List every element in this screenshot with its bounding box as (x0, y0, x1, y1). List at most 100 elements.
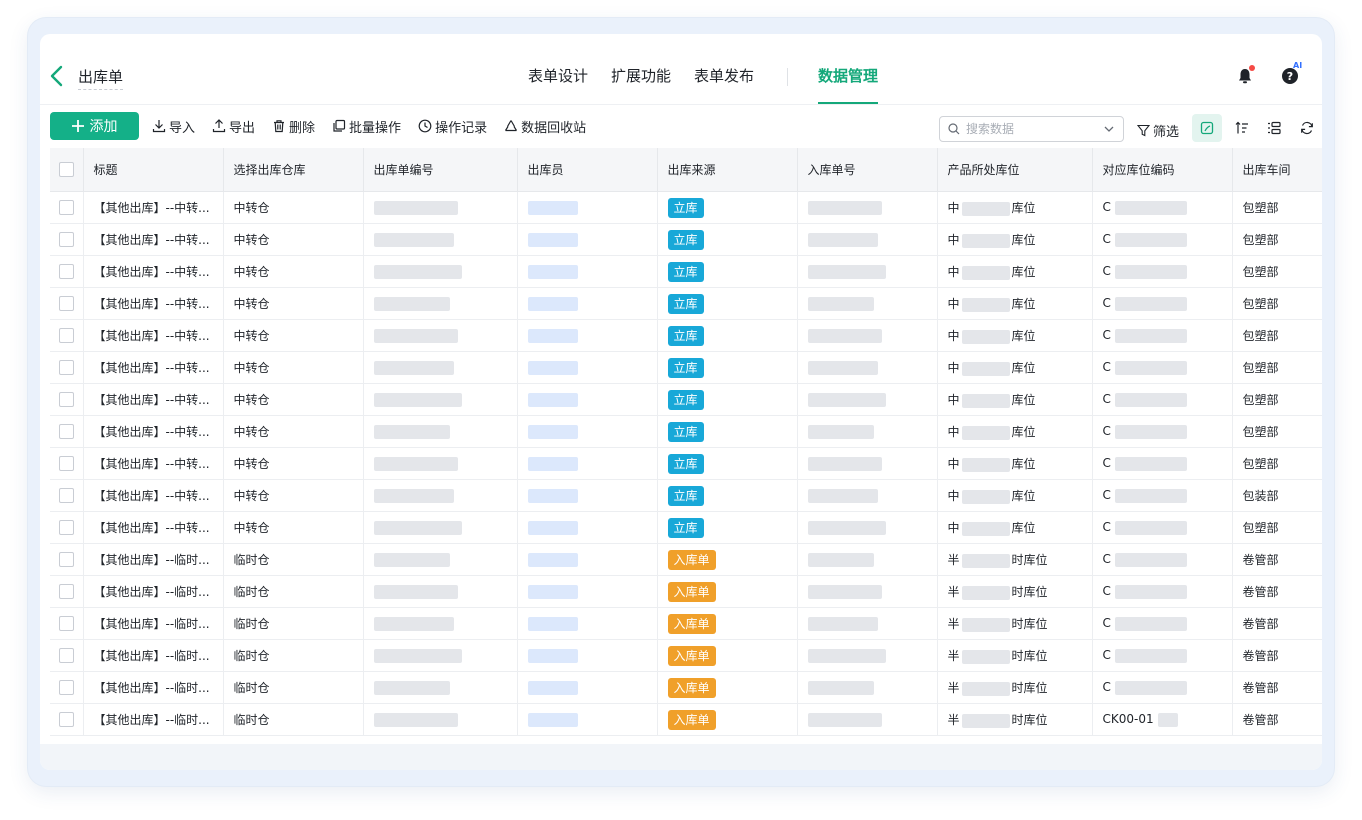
row-checkbox[interactable] (58, 648, 74, 663)
cell-title[interactable]: 【其他出库】--中转... (83, 351, 224, 384)
table-row[interactable]: 【其他出库】--临时... 临时仓 入库单 半 时库位 C 卷管部 (50, 671, 1322, 704)
cell-title[interactable]: 【其他出库】--中转... (83, 319, 224, 352)
column-header-warehouse[interactable]: 选择出库仓库 (223, 148, 364, 192)
location-suffix: 时库位 (1011, 649, 1048, 663)
source-tag: 立库 (667, 325, 704, 346)
row-height-button[interactable] (1259, 114, 1289, 142)
bottom-scrollbar[interactable] (40, 744, 1322, 770)
batch-operation-button[interactable]: 批量操作 (332, 117, 401, 136)
cell-title[interactable]: 【其他出库】--临时... (83, 703, 224, 736)
sort-button[interactable] (1227, 114, 1257, 142)
cell-title[interactable]: 【其他出库】--中转... (83, 511, 224, 544)
table-row[interactable]: 【其他出库】--中转... 中转仓 立库 中 库位 C 包塑部 (50, 287, 1322, 320)
search-box[interactable] (939, 116, 1124, 142)
row-checkbox[interactable] (58, 232, 74, 247)
table-row[interactable]: 【其他出库】--临时... 临时仓 入库单 半 时库位 C 卷管部 (50, 575, 1322, 608)
column-header-operator[interactable]: 出库员 (517, 148, 658, 192)
table-row[interactable]: 【其他出库】--中转... 中转仓 立库 中 库位 C 包装部 (50, 479, 1322, 512)
import-button[interactable]: 导入 (152, 117, 195, 136)
column-header-source[interactable]: 出库来源 (657, 148, 798, 192)
cell-location-code: CK00-01 (1092, 703, 1233, 736)
view-toggle-button[interactable] (1192, 114, 1222, 142)
cell-operator (517, 415, 658, 448)
cell-inbound-number (797, 543, 938, 576)
operation-log-label: 操作记录 (435, 120, 488, 136)
redacted-value (807, 488, 878, 503)
column-header-location[interactable]: 产品所处库位 (937, 148, 1093, 192)
row-checkbox[interactable] (58, 616, 74, 631)
redacted-value (527, 648, 578, 663)
export-button[interactable]: 导出 (212, 117, 255, 136)
cell-title[interactable]: 【其他出库】--中转... (83, 447, 224, 480)
form-title[interactable]: 出库单 (78, 66, 124, 90)
table-row[interactable]: 【其他出库】--中转... 中转仓 立库 中 库位 C 包塑部 (50, 223, 1322, 256)
cell-operator (517, 351, 658, 384)
cell-title[interactable]: 【其他出库】--中转... (83, 191, 224, 224)
cell-title[interactable]: 【其他出库】--临时... (83, 671, 224, 704)
table-row[interactable]: 【其他出库】--中转... 中转仓 立库 中 库位 C 包塑部 (50, 191, 1322, 224)
cell-title[interactable]: 【其他出库】--中转... (83, 415, 224, 448)
cell-title[interactable]: 【其他出库】--中转... (83, 255, 224, 288)
back-arrow-icon[interactable] (48, 64, 66, 88)
column-header-inbound-number[interactable]: 入库单号 (797, 148, 938, 192)
column-header-order-number[interactable]: 出库单编号 (363, 148, 518, 192)
data-table-container[interactable]: 标题 选择出库仓库 出库单编号 出库员 出库来源 入库单号 产品所处库位 对应库… (50, 148, 1322, 744)
table-row[interactable]: 【其他出库】--中转... 中转仓 立库 中 库位 C 包塑部 (50, 255, 1322, 288)
row-checkbox[interactable] (58, 360, 74, 375)
table-row[interactable]: 【其他出库】--中转... 中转仓 立库 中 库位 C 包塑部 (50, 511, 1322, 544)
row-checkbox[interactable] (58, 520, 74, 535)
table-row[interactable]: 【其他出库】--临时... 临时仓 入库单 半 时库位 CK00-01 卷管部 (50, 703, 1322, 736)
operation-log-button[interactable]: 操作记录 (418, 117, 487, 136)
cell-title[interactable]: 【其他出库】--临时... (83, 639, 224, 672)
tab-extensions[interactable]: 扩展功能 (611, 34, 671, 104)
cell-title[interactable]: 【其他出库】--中转... (83, 287, 224, 320)
cell-title[interactable]: 【其他出库】--中转... (83, 223, 224, 256)
source-tag: 入库单 (667, 677, 716, 698)
redacted-value (807, 392, 886, 407)
cell-title[interactable]: 【其他出库】--临时... (83, 607, 224, 640)
cell-title[interactable]: 【其他出库】--中转... (83, 383, 224, 416)
table-row[interactable]: 【其他出库】--中转... 中转仓 立库 中 库位 C 包塑部 (50, 447, 1322, 480)
cell-source: 入库单 (657, 671, 798, 704)
row-checkbox[interactable] (58, 264, 74, 279)
delete-button[interactable]: 删除 (272, 117, 315, 136)
row-checkbox[interactable] (58, 296, 74, 311)
tab-data-management[interactable]: 数据管理 (818, 34, 879, 104)
row-checkbox[interactable] (58, 424, 74, 439)
cell-title[interactable]: 【其他出库】--临时... (83, 575, 224, 608)
cell-title[interactable]: 【其他出库】--中转... (83, 479, 224, 512)
row-checkbox[interactable] (58, 488, 74, 503)
refresh-button[interactable] (1292, 114, 1322, 142)
cell-title[interactable]: 【其他出库】--临时... (83, 543, 224, 576)
add-button[interactable]: 添加 (50, 112, 139, 140)
column-header-title[interactable]: 标题 (83, 148, 224, 192)
tab-form-design[interactable]: 表单设计 (528, 34, 588, 104)
table-row[interactable]: 【其他出库】--中转... 中转仓 立库 中 库位 C 包塑部 (50, 383, 1322, 416)
row-checkbox[interactable] (58, 392, 74, 407)
column-header-location-code[interactable]: 对应库位编码 (1092, 148, 1233, 192)
row-checkbox[interactable] (58, 584, 74, 599)
row-checkbox[interactable] (58, 712, 74, 727)
row-checkbox[interactable] (58, 200, 74, 215)
table-row[interactable]: 【其他出库】--临时... 临时仓 入库单 半 时库位 C 卷管部 (50, 543, 1322, 576)
row-checkbox[interactable] (58, 680, 74, 695)
row-select-cell (50, 255, 84, 288)
bell-icon[interactable] (1236, 65, 1255, 85)
row-checkbox[interactable] (58, 328, 74, 343)
row-checkbox[interactable] (58, 552, 74, 567)
recycle-bin-button[interactable]: 数据回收站 (504, 117, 586, 136)
location-code-prefix: C (1102, 616, 1111, 631)
row-checkbox[interactable] (58, 456, 74, 471)
chevron-down-icon[interactable] (1103, 123, 1115, 135)
table-row[interactable]: 【其他出库】--中转... 中转仓 立库 中 库位 C 包塑部 (50, 351, 1322, 384)
table-row[interactable]: 【其他出库】--临时... 临时仓 入库单 半 时库位 C 卷管部 (50, 607, 1322, 640)
column-header-workshop[interactable]: 出库车间 (1232, 148, 1322, 192)
table-row[interactable]: 【其他出库】--中转... 中转仓 立库 中 库位 C 包塑部 (50, 319, 1322, 352)
cell-inbound-number (797, 479, 938, 512)
select-all-checkbox[interactable] (58, 162, 74, 177)
search-input[interactable] (964, 121, 1103, 137)
table-row[interactable]: 【其他出库】--临时... 临时仓 入库单 半 时库位 C 卷管部 (50, 639, 1322, 672)
tab-form-publish[interactable]: 表单发布 (694, 34, 754, 104)
filter-button[interactable]: 筛选 (1137, 121, 1179, 140)
table-row[interactable]: 【其他出库】--中转... 中转仓 立库 中 库位 C 包塑部 (50, 415, 1322, 448)
